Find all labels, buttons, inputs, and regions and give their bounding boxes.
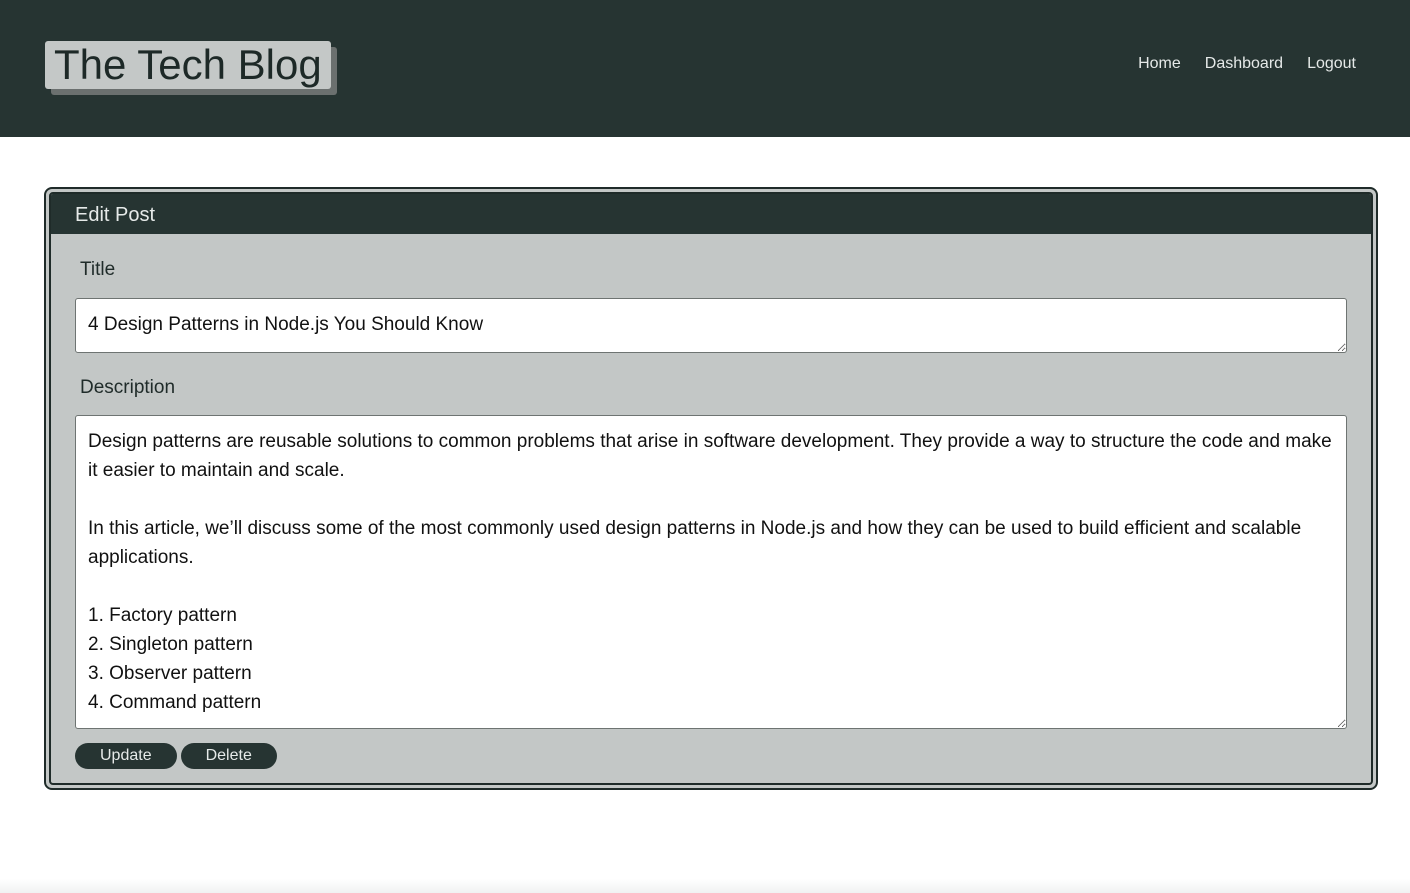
edit-post-card: Edit Post Title Description Update Delet… xyxy=(44,187,1378,790)
edit-post-card-inner: Edit Post Title Description Update Delet… xyxy=(49,192,1373,785)
description-input[interactable] xyxy=(75,415,1347,729)
edit-post-heading: Edit Post xyxy=(51,194,1371,234)
title-label: Title xyxy=(80,259,116,280)
delete-button[interactable]: Delete xyxy=(180,743,277,769)
title-input[interactable] xyxy=(75,298,1347,353)
nav-logout-link[interactable]: Logout xyxy=(1307,54,1356,74)
site-header: The Tech Blog Home Dashboard Logout xyxy=(0,0,1410,137)
update-button[interactable]: Update xyxy=(75,743,177,769)
site-logo-link[interactable]: The Tech Blog xyxy=(45,41,331,89)
action-buttons: Update Delete xyxy=(75,743,277,769)
nav-dashboard-link[interactable]: Dashboard xyxy=(1205,54,1283,74)
nav-home-link[interactable]: Home xyxy=(1138,54,1181,74)
page-bottom-edge xyxy=(0,879,1410,893)
description-label: Description xyxy=(80,377,176,398)
main-nav: Home Dashboard Logout xyxy=(1138,54,1356,74)
